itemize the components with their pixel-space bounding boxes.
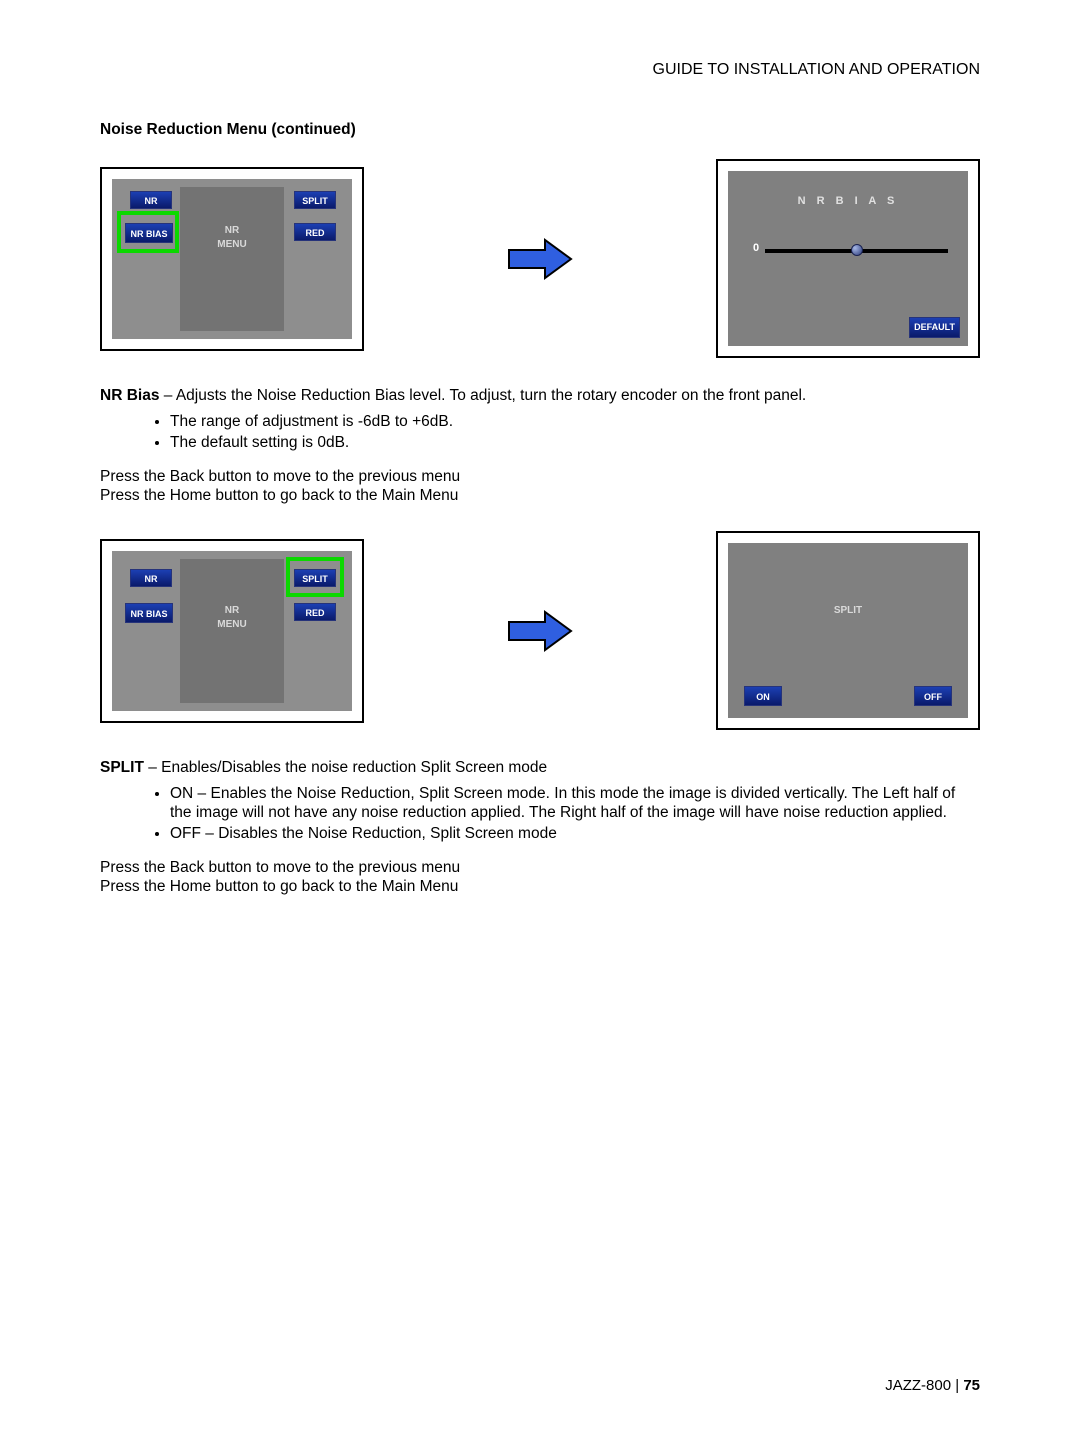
split-rest: – Enables/Disables the noise reduction S… [144, 759, 547, 776]
nr-button[interactable]: NR [130, 191, 172, 209]
page-footer: JAZZ-800 | 75 [100, 1377, 980, 1396]
section-title: Noise Reduction Menu (continued) [100, 120, 980, 139]
list-item: The default setting is 0dB. [170, 433, 980, 452]
nr-bias-button[interactable]: NR BIAS [125, 223, 173, 243]
off-button[interactable]: OFF [914, 686, 952, 706]
split-button[interactable]: SPLIT [294, 569, 336, 587]
split-description: SPLIT – Enables/Disables the noise reduc… [100, 758, 980, 777]
figure-row-nrbias: NR NR BIAS SPLIT RED NR MENU N R B I A S… [100, 159, 980, 358]
nav-home: Press the Home button to go back to the … [100, 486, 980, 505]
nr-menu-inner-2: NR NR BIAS SPLIT RED NR MENU [112, 551, 352, 711]
menu-title-line2: MENU [217, 619, 246, 632]
nav-back: Press the Back button to move to the pre… [100, 858, 980, 877]
split-bullets: ON – Enables the Noise Reduction, Split … [170, 784, 980, 844]
page-header: GUIDE TO INSTALLATION AND OPERATION [100, 60, 980, 80]
nav-hints-1: Press the Back button to move to the pre… [100, 467, 980, 506]
product-name: JAZZ-800 [885, 1377, 951, 1394]
slider-thumb-icon[interactable] [851, 244, 863, 256]
page-number: 75 [963, 1377, 980, 1394]
nr-menu-panel: NR NR BIAS SPLIT RED NR MENU [100, 167, 364, 351]
nr-menu-panel-2: NR NR BIAS SPLIT RED NR MENU [100, 539, 364, 723]
bias-slider[interactable] [765, 249, 948, 253]
list-item: OFF – Disables the Noise Reduction, Spli… [170, 824, 980, 843]
arrow-right-icon [505, 236, 575, 282]
nav-home: Press the Home button to go back to the … [100, 877, 980, 896]
red-button[interactable]: RED [294, 223, 336, 241]
nrbias-rest: – Adjusts the Noise Reduction Bias level… [159, 387, 806, 404]
nrbias-bullets: The range of adjustment is -6dB to +6dB.… [170, 412, 980, 453]
footer-sep: | [951, 1377, 963, 1394]
nrbias-detail-inner: N R B I A S 0 DEFAULT [728, 171, 968, 346]
list-item: The range of adjustment is -6dB to +6dB. [170, 412, 980, 431]
nrbias-title: N R B I A S [728, 195, 968, 209]
nr-button[interactable]: NR [130, 569, 172, 587]
menu-title-line1: NR [225, 225, 239, 238]
nr-bias-button[interactable]: NR BIAS [125, 603, 173, 623]
split-bold: SPLIT [100, 759, 144, 776]
on-button[interactable]: ON [744, 686, 782, 706]
nav-back: Press the Back button to move to the pre… [100, 467, 980, 486]
center-panel [180, 187, 284, 331]
slider-value: 0 [753, 242, 759, 256]
nrbias-description: NR Bias – Adjusts the Noise Reduction Bi… [100, 386, 980, 405]
menu-title-line1: NR [225, 605, 239, 618]
nrbias-detail-panel: N R B I A S 0 DEFAULT [716, 159, 980, 358]
menu-title-line2: MENU [217, 239, 246, 252]
arrow-right-icon [505, 608, 575, 654]
split-detail-inner: SPLIT ON OFF [728, 543, 968, 718]
nr-menu-inner: NR NR BIAS SPLIT RED NR MENU [112, 179, 352, 339]
figure-row-split: NR NR BIAS SPLIT RED NR MENU SPLIT ON OF… [100, 531, 980, 730]
split-title: SPLIT [728, 605, 968, 618]
nrbias-bold: NR Bias [100, 387, 159, 404]
default-button[interactable]: DEFAULT [909, 317, 960, 338]
split-button[interactable]: SPLIT [294, 191, 336, 209]
list-item: ON – Enables the Noise Reduction, Split … [170, 784, 980, 823]
red-button[interactable]: RED [294, 603, 336, 621]
split-detail-panel: SPLIT ON OFF [716, 531, 980, 730]
nav-hints-2: Press the Back button to move to the pre… [100, 858, 980, 897]
